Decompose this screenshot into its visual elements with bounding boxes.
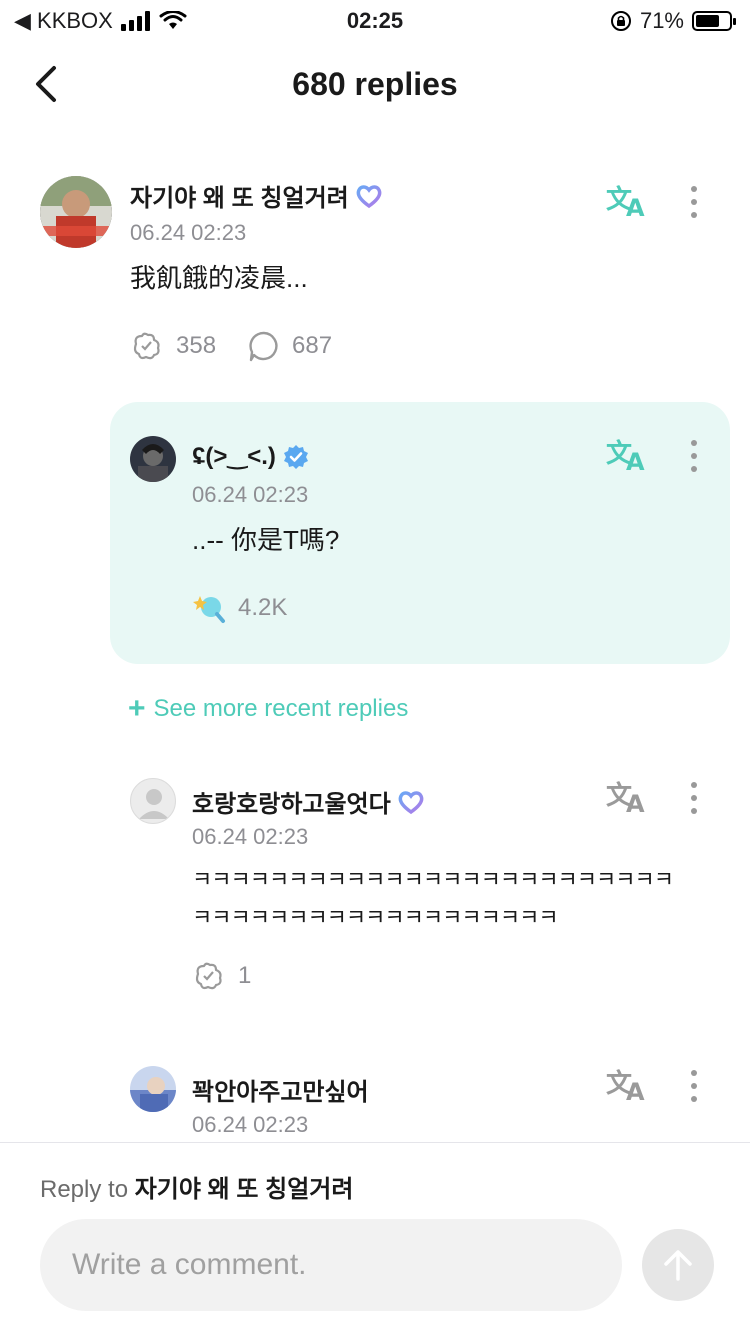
- translate-button[interactable]: 文 A: [606, 1064, 650, 1106]
- see-more-replies-link[interactable]: + See more recent replies: [128, 692, 408, 726]
- dot: [691, 440, 697, 446]
- send-button[interactable]: [642, 1229, 714, 1301]
- svg-text:A: A: [626, 1078, 645, 1104]
- reaction-action[interactable]: 4.2K: [192, 592, 287, 624]
- avatar[interactable]: [130, 436, 176, 482]
- avatar[interactable]: [130, 1066, 176, 1112]
- nav-bar: 680 replies: [0, 50, 750, 120]
- translate-icon: 文 A: [606, 1068, 645, 1106]
- status-bar: ◀ KKBOX 02:25 71%: [0, 0, 750, 40]
- comment-timestamp: 06.24 02:23: [130, 220, 247, 245]
- dot: [691, 453, 697, 459]
- reply-author: 꽉안아주고만싶어: [192, 1072, 369, 1107]
- avatar-photo: [130, 436, 176, 482]
- svg-text:A: A: [626, 194, 645, 220]
- reaction-search-icon: [193, 596, 225, 623]
- reply-to-name: 자기야 왜 또 칭얼거려: [134, 1176, 354, 1203]
- dot: [691, 1083, 697, 1089]
- reaction-count: 4.2K: [238, 594, 288, 621]
- heart-badge-icon: [356, 184, 382, 208]
- more-options-button[interactable]: [684, 1066, 704, 1106]
- reply-timestamp: 06.24 02:23: [192, 482, 309, 507]
- comment-author: 자기야 왜 또 칭얼거려: [130, 178, 383, 213]
- status-right: 71%: [610, 8, 736, 34]
- dot: [691, 1070, 697, 1076]
- reply-action[interactable]: 687: [248, 330, 332, 362]
- like-count: 358: [176, 332, 217, 359]
- more-options-button[interactable]: [684, 778, 704, 818]
- comment-bubble-icon: [249, 331, 278, 362]
- page-title: 680 replies: [292, 66, 458, 102]
- heart-badge-icon: [398, 790, 424, 814]
- reply-content-line: ㅋㅋㅋㅋㅋㅋㅋㅋㅋㅋㅋㅋㅋㅋㅋㅋㅋㅋㅋ: [192, 905, 559, 930]
- battery-icon: [692, 11, 736, 31]
- dot: [691, 199, 697, 205]
- avatar[interactable]: [130, 778, 176, 824]
- dot: [691, 782, 697, 788]
- verified-badge-icon: [283, 444, 308, 469]
- plus-icon: +: [128, 692, 146, 725]
- username-text: 자기야 왜 또 칭얼거려: [130, 185, 349, 212]
- see-more-label: See more recent replies: [153, 695, 409, 722]
- translate-icon: 文 A: [606, 438, 645, 476]
- svg-text:A: A: [626, 448, 645, 474]
- reply-to-prefix: Reply to: [40, 1176, 129, 1203]
- dot: [691, 795, 697, 801]
- reply-to-label: Reply to 자기야 왜 또 칭얼거려: [40, 1169, 353, 1204]
- like-reaction-icon: [195, 962, 222, 990]
- translate-button[interactable]: 文 A: [606, 434, 650, 476]
- reply-timestamp: 06.24 02:23: [192, 824, 309, 849]
- username-text: ʢ(>‿<.): [192, 443, 276, 470]
- translate-button[interactable]: 文 A: [606, 776, 650, 818]
- more-options-button[interactable]: [684, 182, 704, 222]
- svg-text:A: A: [626, 790, 645, 816]
- comment-composer: Reply to 자기야 왜 또 칭얼거려: [0, 1142, 750, 1334]
- avatar-photo: [40, 176, 112, 248]
- reply-author: 호랑호랑하고울엇다: [192, 784, 425, 819]
- like-action[interactable]: 1: [192, 960, 251, 992]
- translate-button[interactable]: 文 A: [606, 180, 650, 222]
- like-action[interactable]: 358: [130, 330, 216, 362]
- default-avatar-icon: [139, 789, 169, 819]
- avatar-photo: [130, 1066, 176, 1112]
- reply-author: ʢ(>‿<.): [192, 442, 310, 471]
- translate-icon: 文 A: [606, 184, 645, 222]
- dot: [691, 186, 697, 192]
- reply-timestamp: 06.24 02:23: [192, 1112, 309, 1137]
- reply-count: 687: [292, 332, 333, 359]
- username-text: 꽉안아주고만싶어: [192, 1079, 369, 1106]
- username-text: 호랑호랑하고울엇다: [192, 791, 391, 818]
- battery-percent: 71%: [639, 8, 684, 33]
- dot: [691, 1096, 697, 1102]
- more-options-button[interactable]: [684, 436, 704, 476]
- reply-content: ..-- 你是T嗎?: [192, 525, 340, 555]
- dot: [691, 212, 697, 218]
- comment-content: 我飢餓的凌晨...: [130, 263, 308, 293]
- arrow-up-icon: [664, 1250, 692, 1281]
- reply-content-line: ㅋㅋㅋㅋㅋㅋㅋㅋㅋㅋㅋㅋㅋㅋㅋㅋㅋㅋㅋㅋㅋㅋㅋㅋㅋ: [192, 867, 674, 892]
- orientation-lock-icon: [610, 11, 631, 31]
- dot: [691, 808, 697, 814]
- dot: [691, 466, 697, 472]
- avatar[interactable]: [40, 176, 112, 248]
- translate-icon: 文 A: [606, 780, 645, 818]
- comment-input[interactable]: [40, 1219, 622, 1311]
- like-count: 1: [238, 962, 252, 989]
- battery-fill: [696, 15, 719, 27]
- like-reaction-icon: [133, 332, 160, 360]
